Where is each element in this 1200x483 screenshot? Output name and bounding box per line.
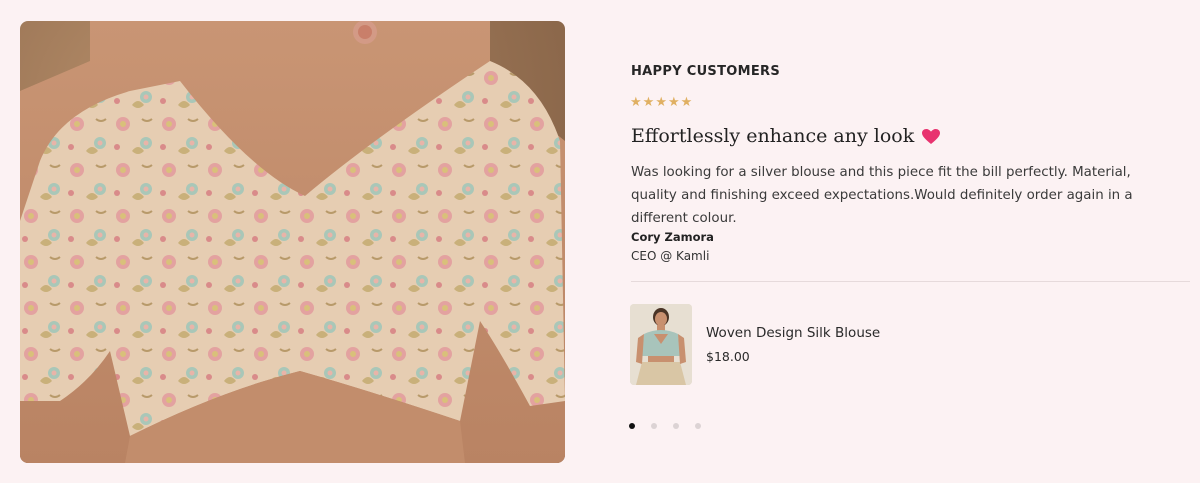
headline-text: Effortlessly enhance any look xyxy=(631,125,915,147)
carousel-pagination xyxy=(629,423,701,429)
author-title: CEO @ Kamli xyxy=(631,249,710,263)
product-price: $18.00 xyxy=(706,349,750,364)
heart-icon xyxy=(922,128,941,144)
carousel-dot[interactable] xyxy=(695,423,701,429)
hero-image xyxy=(20,21,565,463)
star-icon: ★ xyxy=(655,95,667,110)
star-icon: ★ xyxy=(680,95,693,110)
section-title: HAPPY CUSTOMERS xyxy=(631,64,781,79)
star-icon: ★ xyxy=(630,95,642,110)
product-thumbnail[interactable] xyxy=(630,304,692,385)
author-name: Cory Zamora xyxy=(631,230,714,244)
star-icon: ★ xyxy=(642,95,655,110)
product-card[interactable]: Woven Design Silk Blouse $18.00 xyxy=(630,304,930,386)
review-text: Was looking for a silver blouse and this… xyxy=(631,165,1133,226)
carousel-dot[interactable] xyxy=(673,423,679,429)
divider xyxy=(631,281,1190,282)
carousel-dot[interactable] xyxy=(651,423,657,429)
rating-stars: ★ ★ ★ ★ ★ xyxy=(630,96,692,110)
product-name[interactable]: Woven Design Silk Blouse xyxy=(706,325,880,341)
carousel-dot[interactable] xyxy=(629,423,635,429)
star-icon: ★ xyxy=(667,95,680,110)
testimonial-headline: Effortlessly enhance any look xyxy=(631,125,941,147)
